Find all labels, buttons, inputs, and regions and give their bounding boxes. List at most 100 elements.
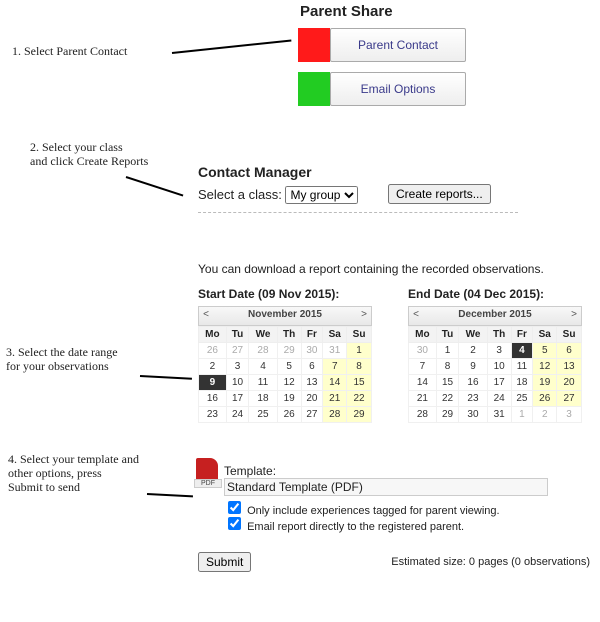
- calendar-day[interactable]: 23: [459, 391, 487, 407]
- calendar-day[interactable]: 27: [557, 391, 582, 407]
- dow-header: Mo: [409, 327, 437, 343]
- calendar-day[interactable]: 21: [409, 391, 437, 407]
- calendar-day[interactable]: 28: [409, 407, 437, 423]
- calendar-day[interactable]: 15: [436, 375, 458, 391]
- calendar-day[interactable]: 14: [409, 375, 437, 391]
- calendar-day[interactable]: 2: [199, 359, 227, 375]
- calendar-day[interactable]: 21: [323, 391, 347, 407]
- template-label: Template:: [224, 464, 548, 478]
- calendar-day[interactable]: 20: [301, 391, 323, 407]
- calendar-day[interactable]: 5: [277, 359, 301, 375]
- calendar-day[interactable]: 20: [557, 375, 582, 391]
- dow-header: We: [249, 327, 277, 343]
- parent-contact-label: Parent Contact: [358, 38, 438, 52]
- next-month-icon[interactable]: >: [567, 307, 581, 325]
- parent-contact-button[interactable]: Parent Contact: [298, 28, 466, 62]
- calendar-day[interactable]: 30: [301, 343, 323, 359]
- calendar-day[interactable]: 1: [347, 343, 372, 359]
- prev-month-icon[interactable]: <: [199, 307, 213, 325]
- email-options-button[interactable]: Email Options: [298, 72, 466, 106]
- arrow-line-3: [140, 375, 192, 380]
- calendar-day[interactable]: 31: [487, 407, 511, 423]
- red-swatch-icon: [298, 28, 330, 62]
- calendar-day[interactable]: 13: [557, 359, 582, 375]
- calendar-day[interactable]: 30: [459, 407, 487, 423]
- calendar-day[interactable]: 25: [511, 391, 533, 407]
- contact-manager-title: Contact Manager: [198, 164, 312, 180]
- calendar-day[interactable]: 23: [199, 407, 227, 423]
- calendar-day[interactable]: 10: [226, 375, 248, 391]
- calendar-day[interactable]: 26: [533, 391, 557, 407]
- calendar-day[interactable]: 18: [511, 375, 533, 391]
- calendar-day[interactable]: 13: [301, 375, 323, 391]
- email-options-label: Email Options: [361, 82, 436, 96]
- dow-header: Fr: [511, 327, 533, 343]
- calendar-day[interactable]: 12: [533, 359, 557, 375]
- calendar-day[interactable]: 1: [436, 343, 458, 359]
- calendar-day[interactable]: 9: [199, 375, 227, 391]
- calendar-day[interactable]: 4: [511, 343, 533, 359]
- end-date-calendar[interactable]: <December 2015>MoTuWeThFrSaSu30123456789…: [408, 306, 582, 423]
- prev-month-icon[interactable]: <: [409, 307, 423, 325]
- next-month-icon[interactable]: >: [357, 307, 371, 325]
- calendar-day[interactable]: 5: [533, 343, 557, 359]
- calendar-day[interactable]: 12: [277, 375, 301, 391]
- calendar-day[interactable]: 4: [249, 359, 277, 375]
- calendar-day[interactable]: 15: [347, 375, 372, 391]
- calendar-day[interactable]: 3: [557, 407, 582, 423]
- calendar-day[interactable]: 8: [436, 359, 458, 375]
- arrow-line-1: [172, 39, 292, 54]
- calendar-day[interactable]: 6: [301, 359, 323, 375]
- arrow-line-4: [147, 493, 193, 497]
- create-reports-button[interactable]: Create reports...: [388, 184, 491, 204]
- template-select[interactable]: Standard Template (PDF): [224, 478, 548, 496]
- calendar-day[interactable]: 29: [347, 407, 372, 423]
- calendar-day[interactable]: 9: [459, 359, 487, 375]
- calendar-day[interactable]: 27: [226, 343, 248, 359]
- calendar-day[interactable]: 29: [436, 407, 458, 423]
- calendar-day[interactable]: 7: [409, 359, 437, 375]
- calendar-day[interactable]: 3: [487, 343, 511, 359]
- calendar-day[interactable]: 28: [323, 407, 347, 423]
- calendar-day[interactable]: 16: [199, 391, 227, 407]
- email-parent-checkbox[interactable]: [228, 517, 241, 530]
- calendar-day[interactable]: 19: [533, 375, 557, 391]
- estimated-size: Estimated size: 0 pages (0 observations): [391, 556, 590, 568]
- calendar-day[interactable]: 29: [277, 343, 301, 359]
- start-date-calendar[interactable]: <November 2015>MoTuWeThFrSaSu26272829303…: [198, 306, 372, 423]
- calendar-day[interactable]: 26: [199, 343, 227, 359]
- calendar-day[interactable]: 11: [249, 375, 277, 391]
- calendar-day[interactable]: 24: [226, 407, 248, 423]
- calendar-day[interactable]: 16: [459, 375, 487, 391]
- tagged-only-checkbox[interactable]: [228, 501, 241, 514]
- calendar-day[interactable]: 17: [226, 391, 248, 407]
- calendar-day[interactable]: 31: [323, 343, 347, 359]
- class-select[interactable]: My group: [285, 186, 358, 204]
- step-3-text: 3. Select the date rangefor your observa…: [6, 345, 118, 373]
- calendar-day[interactable]: 2: [533, 407, 557, 423]
- calendar-day[interactable]: 3: [226, 359, 248, 375]
- calendar-day[interactable]: 1: [511, 407, 533, 423]
- calendar-day[interactable]: 19: [277, 391, 301, 407]
- calendar-day[interactable]: 28: [249, 343, 277, 359]
- submit-button[interactable]: Submit: [198, 552, 251, 572]
- calendar-day[interactable]: 18: [249, 391, 277, 407]
- calendar-day[interactable]: 25: [249, 407, 277, 423]
- calendar-day[interactable]: 24: [487, 391, 511, 407]
- calendar-day[interactable]: 26: [277, 407, 301, 423]
- calendar-day[interactable]: 22: [436, 391, 458, 407]
- dow-header: We: [459, 327, 487, 343]
- calendar-day[interactable]: 27: [301, 407, 323, 423]
- divider: [198, 212, 518, 213]
- calendar-day[interactable]: 14: [323, 375, 347, 391]
- calendar-day[interactable]: 7: [323, 359, 347, 375]
- calendar-day[interactable]: 30: [409, 343, 437, 359]
- calendar-day[interactable]: 10: [487, 359, 511, 375]
- dow-header: Fr: [301, 327, 323, 343]
- calendar-day[interactable]: 8: [347, 359, 372, 375]
- calendar-day[interactable]: 11: [511, 359, 533, 375]
- calendar-day[interactable]: 2: [459, 343, 487, 359]
- calendar-day[interactable]: 17: [487, 375, 511, 391]
- calendar-day[interactable]: 22: [347, 391, 372, 407]
- calendar-day[interactable]: 6: [557, 343, 582, 359]
